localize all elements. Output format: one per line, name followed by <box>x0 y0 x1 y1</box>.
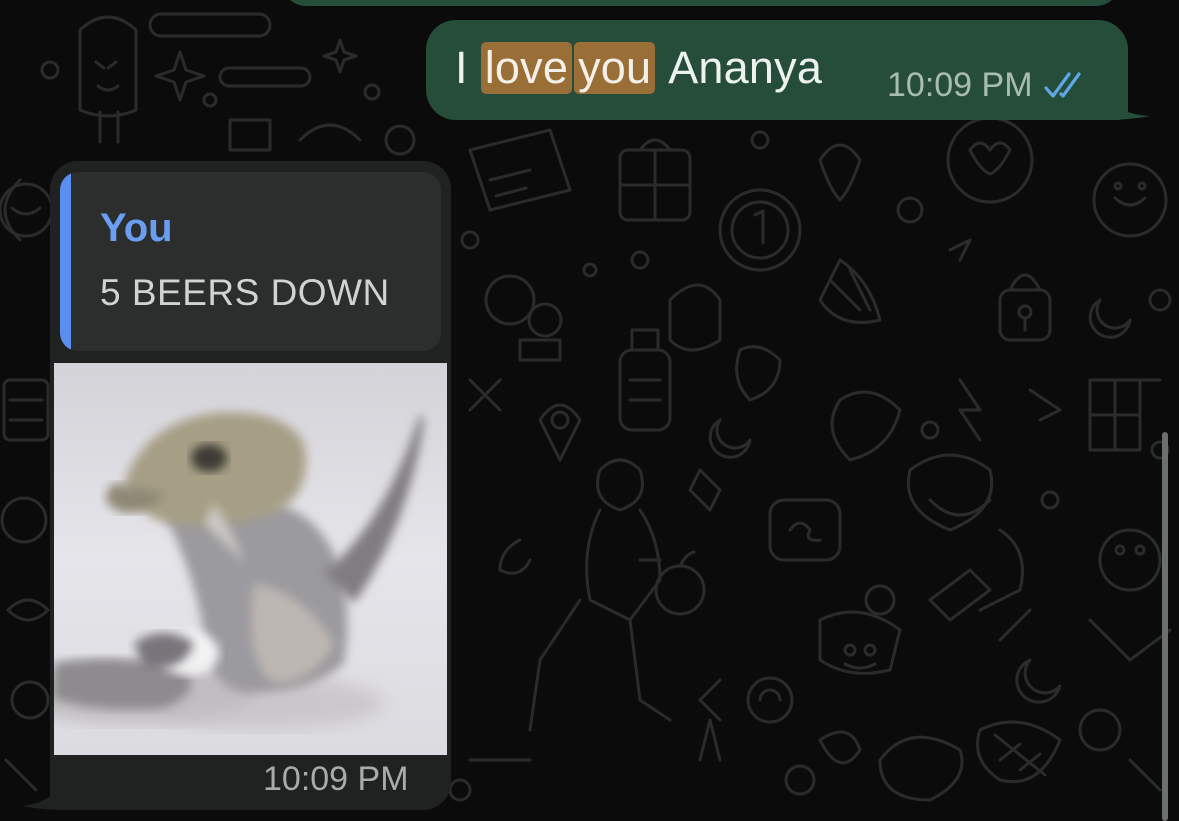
search-highlight-love: love <box>480 42 573 94</box>
search-highlight-you: you <box>574 42 656 94</box>
squirrel-gif-image <box>54 363 447 755</box>
previous-message-bubble[interactable] <box>282 0 1120 6</box>
message-word: I <box>455 42 468 93</box>
reply-quote-text: 5 BEERS DOWN <box>100 272 390 313</box>
outgoing-message-time: 10:09 PM <box>887 65 1033 104</box>
reply-quote-accent-bar <box>60 172 71 351</box>
chat-screen: I love you Ananya 10:09 PM You 5 BEERS D… <box>0 0 1179 821</box>
gif-media-thumbnail[interactable] <box>54 363 447 755</box>
message-word: Ananya <box>668 42 823 93</box>
incoming-bubble-tail <box>22 772 66 810</box>
reply-quote-author: You <box>100 206 173 250</box>
outgoing-message-text: I love you Ananya <box>455 40 822 96</box>
chat-scrollbar[interactable] <box>1162 432 1168 821</box>
incoming-message-time: 10:09 PM <box>263 759 409 798</box>
double-check-read-icon <box>1043 72 1081 98</box>
outgoing-bubble-tail <box>1100 84 1150 120</box>
outgoing-message-meta: 10:09 PM <box>887 64 1089 106</box>
reply-quote-card[interactable]: You 5 BEERS DOWN <box>60 172 441 351</box>
